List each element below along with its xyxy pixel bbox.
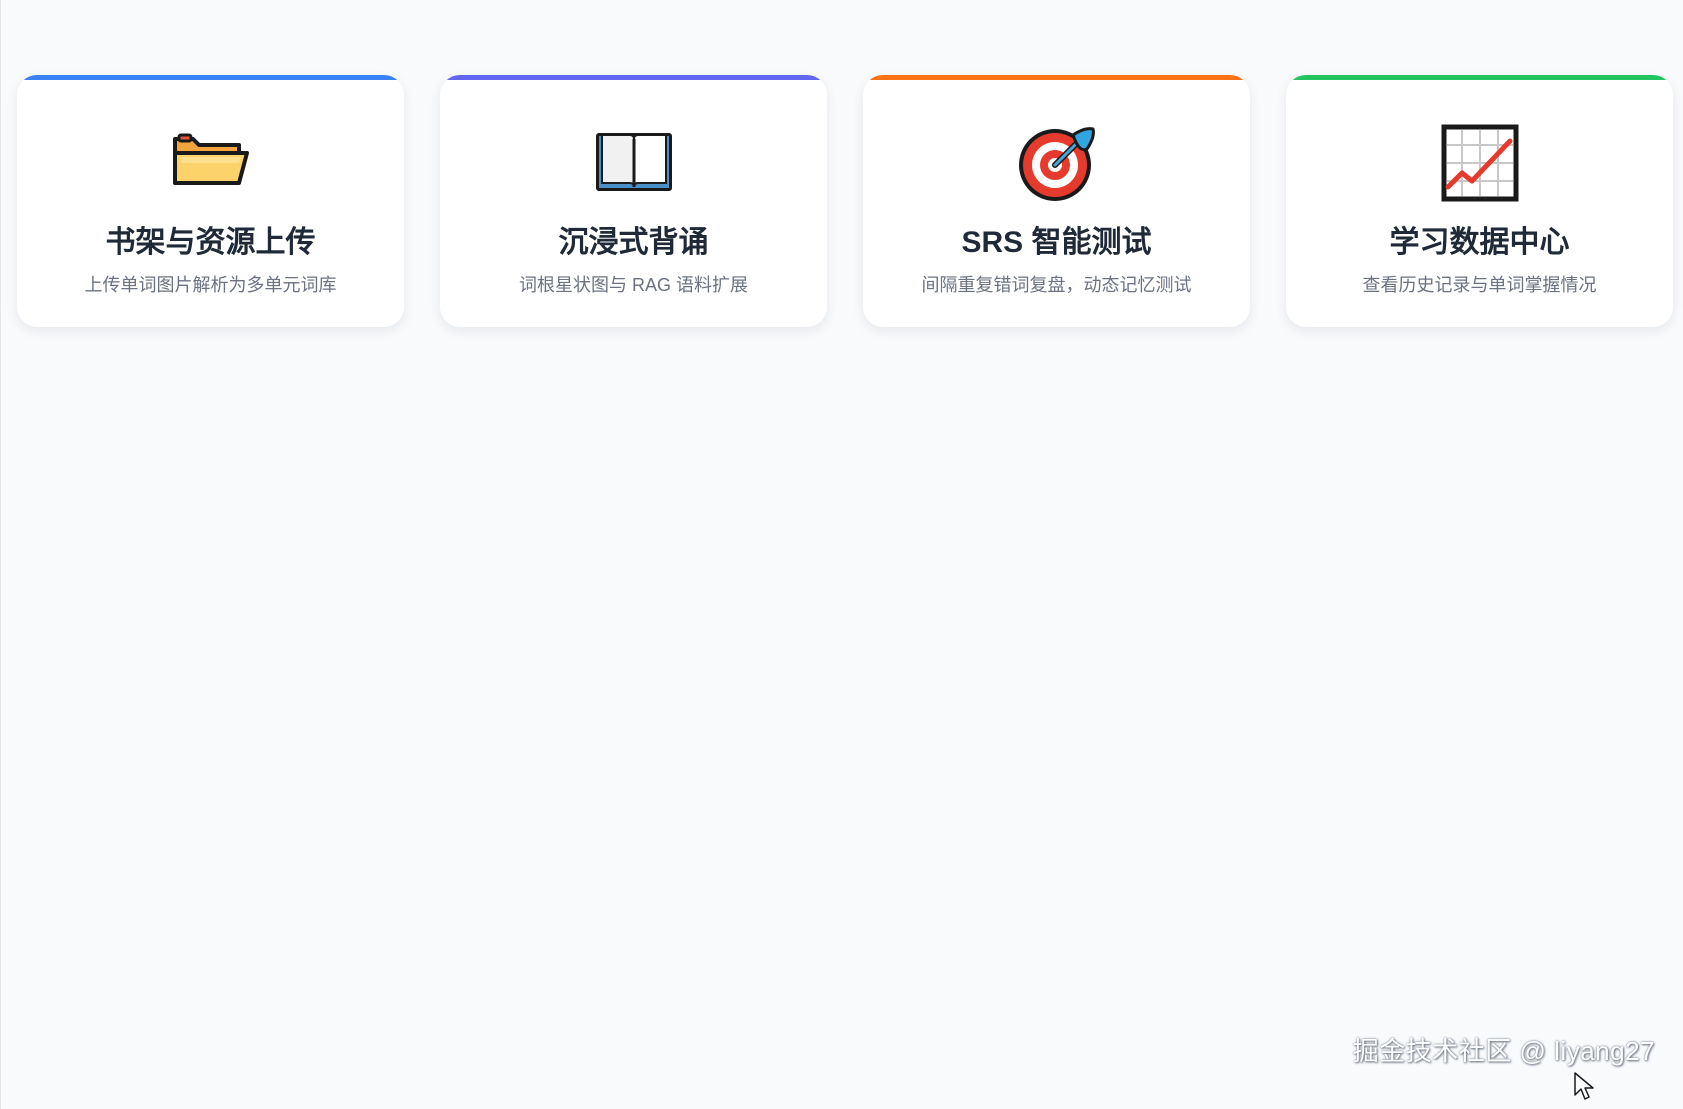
open-book-icon: [595, 133, 672, 191]
card-title: 书架与资源上传: [105, 226, 316, 259]
target-icon: [1018, 127, 1095, 201]
folder-icon: [172, 133, 249, 185]
card-description: 词根星状图与 RAG 语料扩展: [518, 275, 748, 295]
watermark: 掘金技术社区 @ liyang27: [1352, 1036, 1655, 1066]
feature-card-grid: 书架与资源上传 上传单词图片解析为多单元词库 沉浸式背诵 词根星状图与 RAG …: [17, 75, 1673, 327]
card-accent-bar: [863, 75, 1250, 80]
card-title: SRS 智能测试: [961, 226, 1152, 259]
card-immersive-memorize[interactable]: 沉浸式背诵 词根星状图与 RAG 语料扩展: [440, 75, 827, 327]
chart-increasing-icon: [1441, 124, 1518, 202]
card-srs-test[interactable]: SRS 智能测试 间隔重复错词复盘，动态记忆测试: [863, 75, 1250, 327]
card-accent-bar: [440, 75, 827, 80]
card-learning-data-center[interactable]: 学习数据中心 查看历史记录与单词掌握情况: [1286, 75, 1673, 327]
card-description: 间隔重复错词复盘，动态记忆测试: [921, 275, 1192, 295]
card-description: 上传单词图片解析为多单元词库: [84, 275, 337, 295]
mouse-cursor-icon: [1574, 1072, 1594, 1100]
card-accent-bar: [17, 75, 404, 80]
card-title: 学习数据中心: [1389, 226, 1570, 259]
card-title: 沉浸式背诵: [558, 226, 709, 259]
card-accent-bar: [1286, 75, 1673, 80]
card-description: 查看历史记录与单词掌握情况: [1362, 275, 1597, 295]
card-bookshelf-upload[interactable]: 书架与资源上传 上传单词图片解析为多单元词库: [17, 75, 404, 327]
page: 书架与资源上传 上传单词图片解析为多单元词库 沉浸式背诵 词根星状图与 RAG …: [0, 0, 1683, 1109]
